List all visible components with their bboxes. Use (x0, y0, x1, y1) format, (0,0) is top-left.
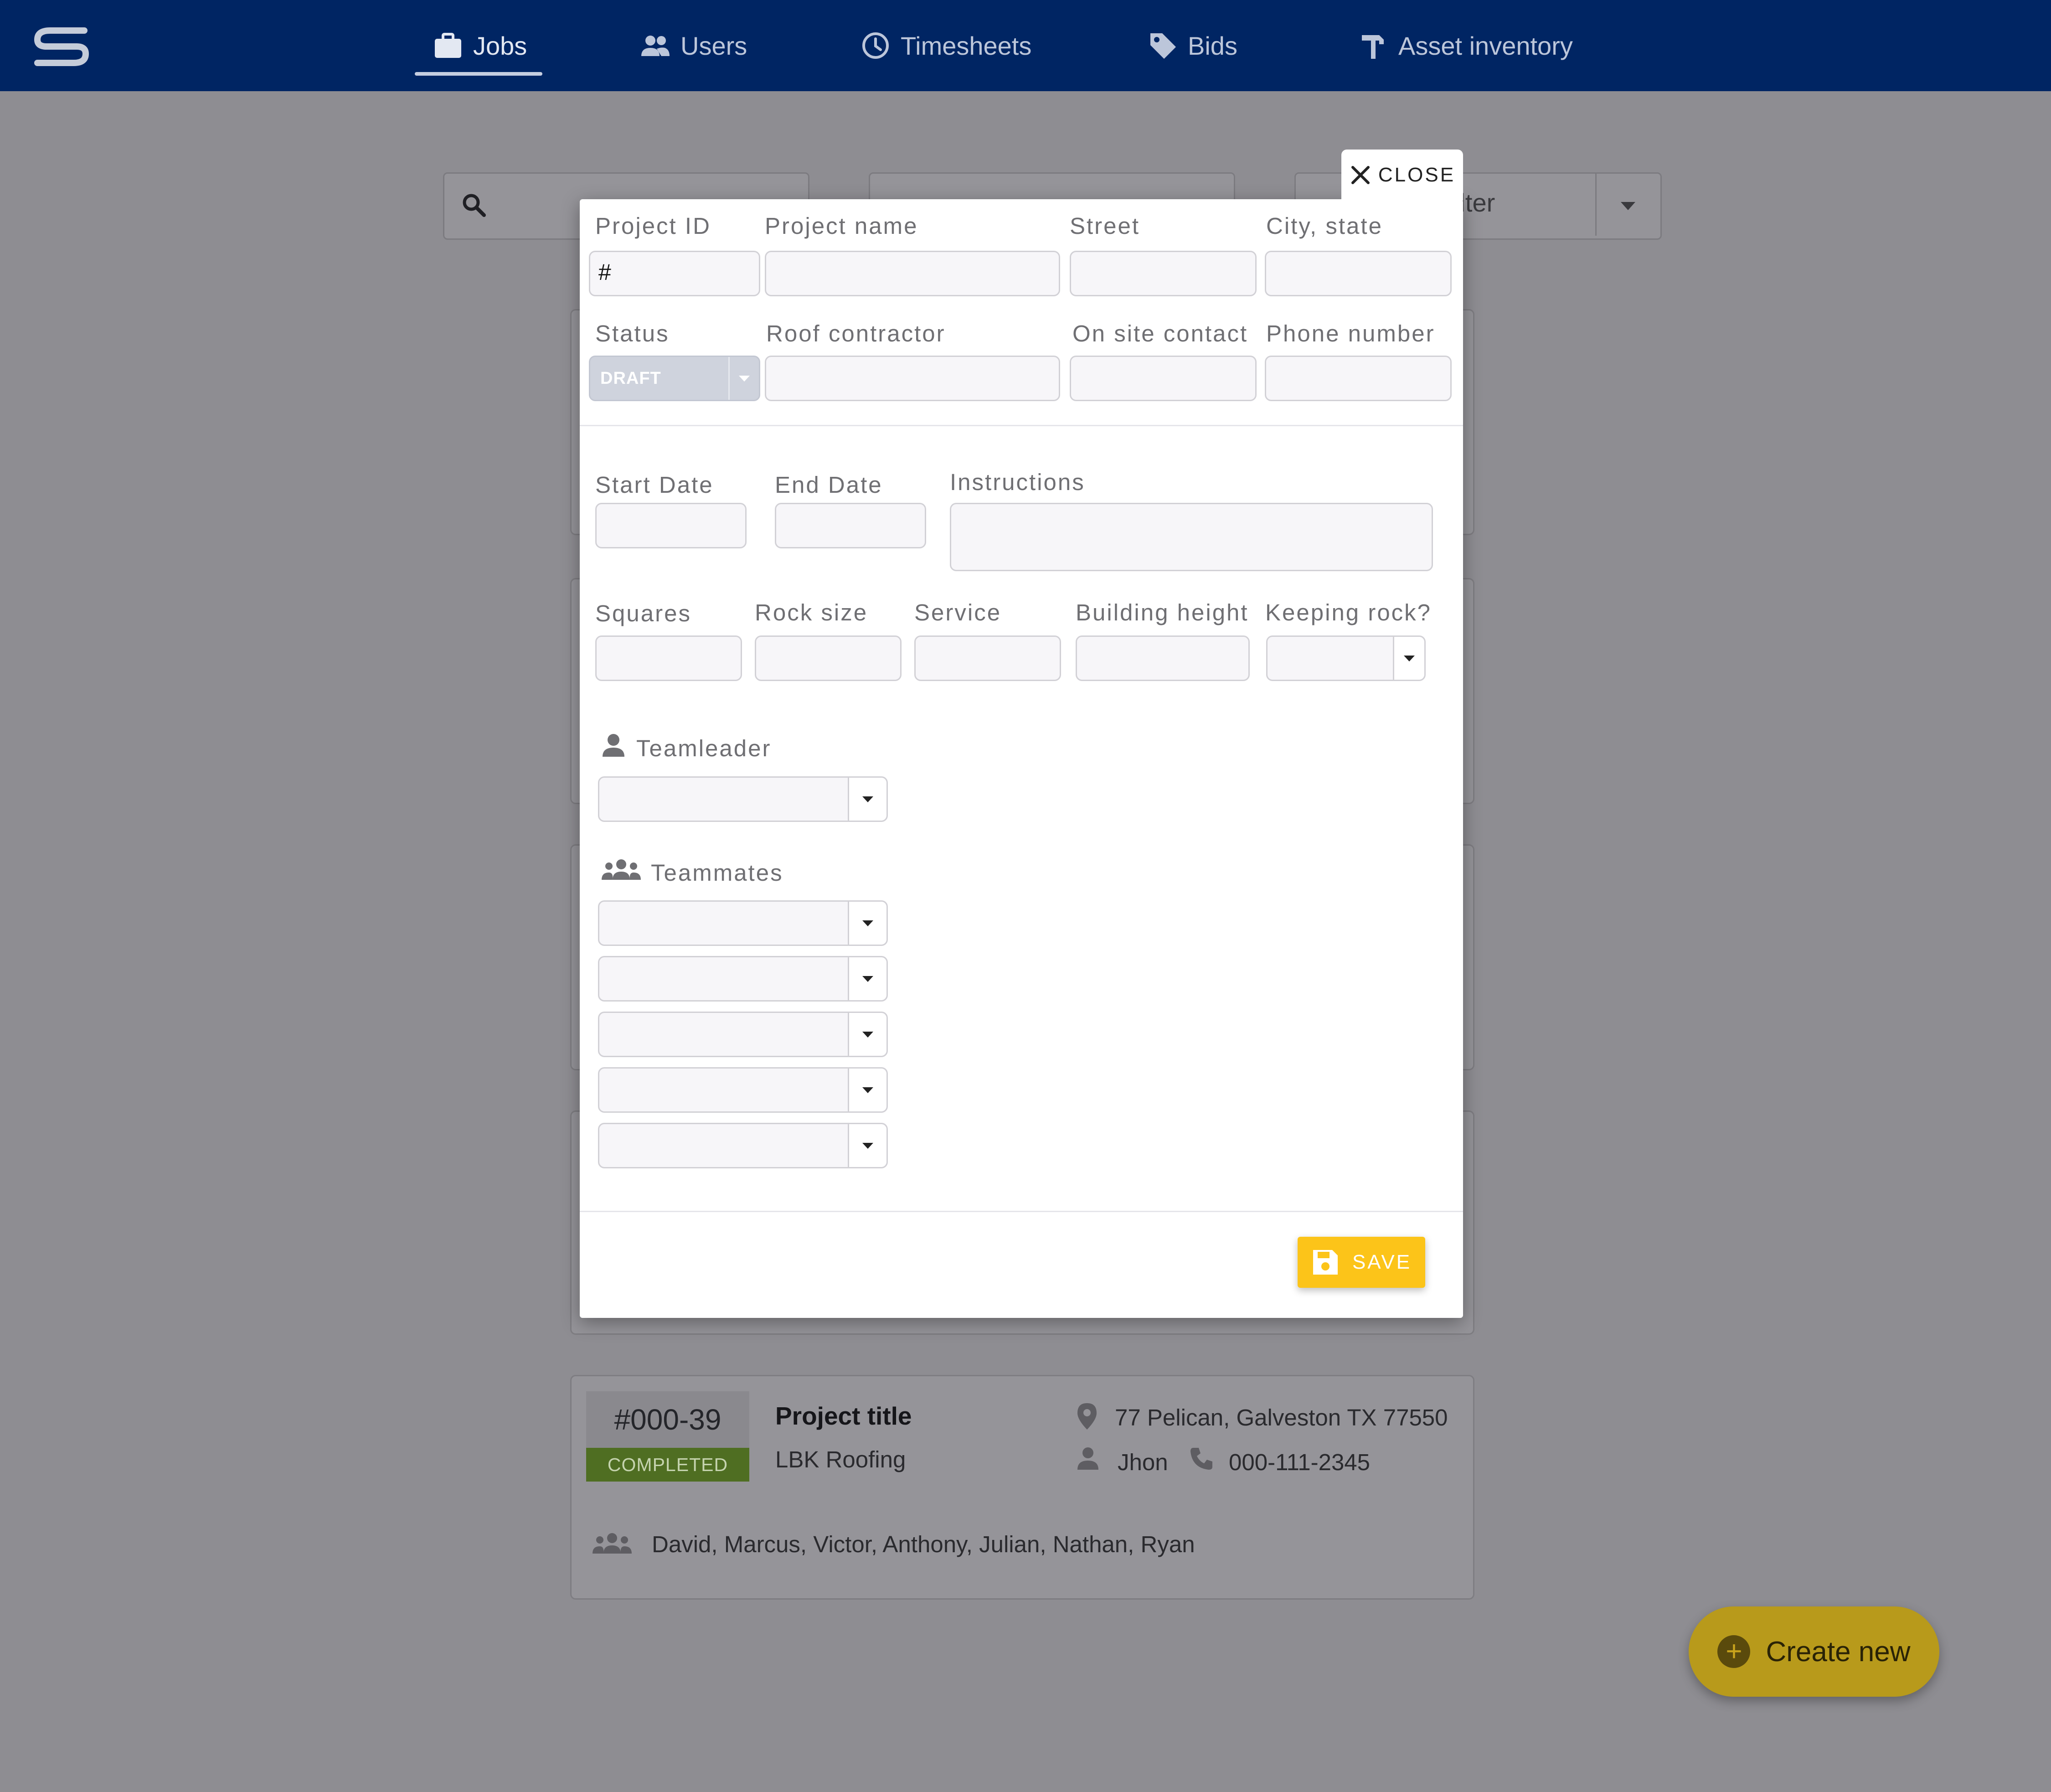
filter-divider (1595, 174, 1597, 236)
status-value: DRAFT (600, 368, 661, 388)
teamleader-label: Teamleader (636, 735, 772, 761)
job-team: David, Marcus, Victor, Anthony, Julian, … (652, 1531, 1195, 1557)
keeping-rock-select[interactable] (1266, 635, 1426, 681)
save-button[interactable]: SAVE (1298, 1237, 1425, 1288)
nav-tab-jobs[interactable]: Jobs (433, 0, 527, 91)
job-contact: Jhon (1118, 1449, 1168, 1475)
job-phone[interactable]: 000-111-2345 (1229, 1449, 1370, 1476)
section-divider (580, 425, 1463, 426)
status-select[interactable]: DRAFT (589, 356, 760, 401)
project-name-input[interactable] (765, 251, 1060, 296)
nav-tab-asset-inventory[interactable]: Asset inventory (1358, 0, 1573, 91)
start-date-input[interactable] (595, 503, 747, 548)
instructions-label: Instructions (950, 469, 1085, 495)
city-state-label: City, state (1266, 213, 1383, 239)
building-height-label: Building height (1076, 599, 1249, 625)
phone-icon (1189, 1446, 1214, 1472)
close-label: CLOSE (1378, 164, 1456, 186)
nav-tab-label: Timesheets (901, 31, 1032, 60)
on-site-contact-label: On site contact (1072, 320, 1248, 346)
street-label: Street (1070, 213, 1140, 239)
chevron-down-icon (848, 902, 886, 945)
rock-size-label: Rock size (755, 599, 868, 625)
chevron-down-icon (1621, 202, 1635, 210)
phone-number-input[interactable] (1265, 356, 1452, 401)
chevron-down-icon (848, 778, 886, 821)
active-tab-indicator (415, 72, 542, 76)
status-label: Status (595, 320, 670, 346)
project-id-input[interactable]: # (589, 251, 760, 296)
search-icon (460, 191, 488, 219)
person-icon (601, 732, 626, 758)
nav-tab-label: Bids (1188, 31, 1237, 60)
project-name-label: Project name (765, 213, 918, 239)
group-icon (592, 1532, 633, 1554)
person-icon (1077, 1446, 1099, 1471)
footer-divider (580, 1211, 1463, 1212)
plus-icon: + (1717, 1635, 1751, 1668)
save-label: SAVE (1352, 1251, 1412, 1273)
chevron-down-icon (848, 1013, 886, 1056)
nav-tab-users[interactable]: Users (640, 0, 747, 91)
hammer-icon (1358, 31, 1388, 61)
squares-input[interactable] (595, 635, 742, 681)
end-date-label: End Date (775, 472, 883, 498)
clock-icon (861, 31, 891, 61)
create-new-label: Create new (1766, 1636, 1911, 1668)
group-icon (601, 858, 642, 881)
rock-size-input[interactable] (755, 635, 902, 681)
close-icon (1349, 164, 1378, 186)
end-date-input[interactable] (775, 503, 926, 548)
nav-tab-label: Users (680, 31, 747, 60)
nav-tab-label: Asset inventory (1398, 31, 1573, 60)
instructions-textarea[interactable] (950, 503, 1433, 571)
briefcase-icon (433, 31, 463, 61)
tag-icon (1148, 31, 1178, 61)
teammates-label: Teammates (651, 860, 783, 886)
job-address: 77 Pelican, Galveston TX 77550 (1115, 1405, 1448, 1431)
close-button[interactable]: CLOSE (1341, 150, 1463, 201)
teammate-select-2[interactable] (598, 956, 888, 1002)
chevron-down-icon (848, 1069, 886, 1111)
nav-tab-bids[interactable]: Bids (1148, 0, 1237, 91)
keeping-rock-label: Keeping rock? (1265, 599, 1432, 625)
job-title: Project title (775, 1402, 912, 1430)
city-state-input[interactable] (1265, 251, 1452, 296)
phone-number-label: Phone number (1266, 320, 1435, 346)
teammate-select-4[interactable] (598, 1067, 888, 1113)
job-contractor: LBK Roofing (775, 1446, 906, 1472)
status-badge: COMPLETED (586, 1448, 749, 1482)
service-input[interactable] (914, 635, 1061, 681)
teammate-select-3[interactable] (598, 1012, 888, 1057)
nav-tab-label: Jobs (473, 31, 527, 60)
chevron-down-icon (728, 357, 759, 400)
service-label: Service (914, 599, 1002, 625)
location-pin-icon (1076, 1402, 1098, 1431)
roof-contractor-input[interactable] (765, 356, 1060, 401)
create-new-button[interactable]: + Create new (1689, 1606, 1939, 1697)
chevron-down-icon (1393, 637, 1424, 680)
job-id-badge: #000-39 (586, 1391, 749, 1448)
building-height-input[interactable] (1076, 635, 1250, 681)
teammate-select-5[interactable] (598, 1123, 888, 1168)
start-date-label: Start Date (595, 472, 714, 498)
street-input[interactable] (1070, 251, 1257, 296)
on-site-contact-input[interactable] (1070, 356, 1257, 401)
app-logo[interactable] (32, 25, 91, 68)
project-id-label: Project ID (595, 213, 711, 239)
floppy-disk-icon (1311, 1248, 1352, 1276)
teamleader-select[interactable] (598, 776, 888, 822)
nav-tab-timesheets[interactable]: Timesheets (861, 0, 1031, 91)
squares-label: Squares (595, 600, 691, 626)
chevron-down-icon (848, 957, 886, 1000)
chevron-down-icon (848, 1124, 886, 1167)
teammate-select-1[interactable] (598, 900, 888, 946)
users-icon (640, 31, 670, 61)
roof-contractor-label: Roof contractor (766, 320, 946, 346)
